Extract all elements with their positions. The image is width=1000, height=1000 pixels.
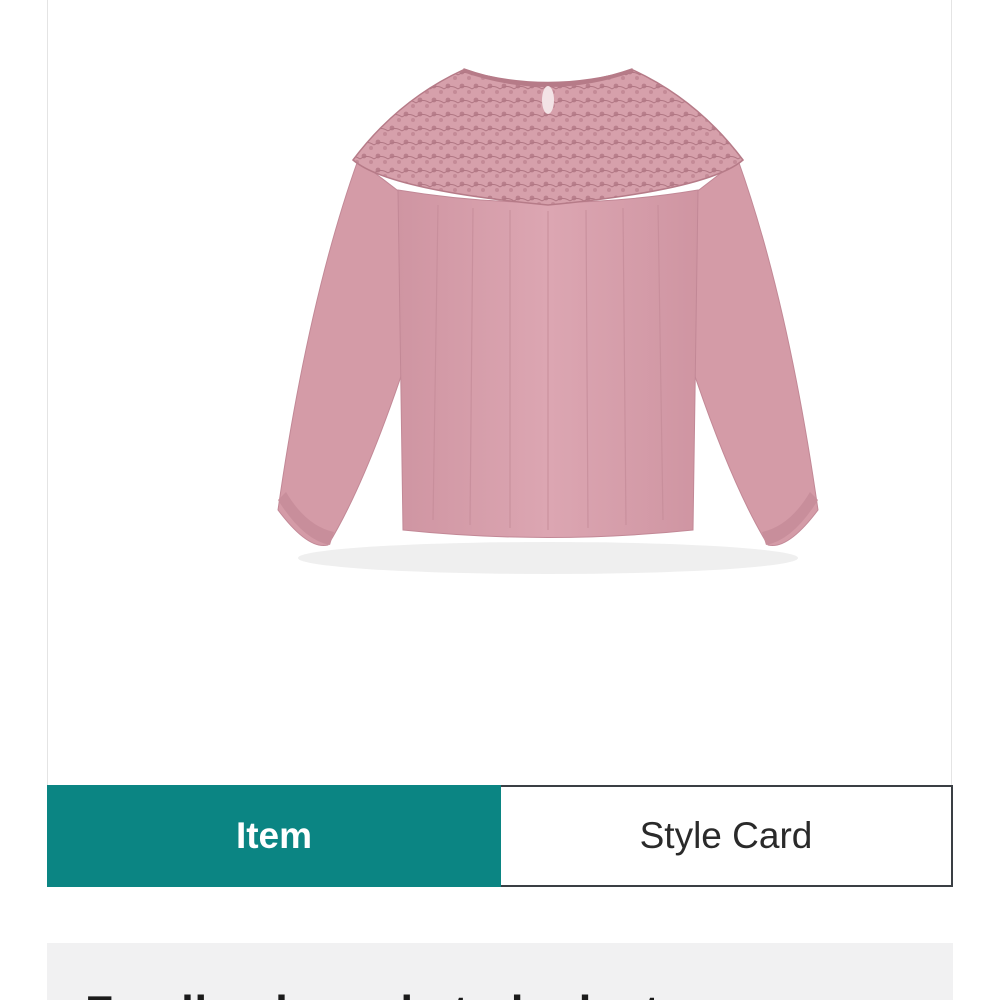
product-page: Item Style Card Feedback ready to be las… [0,0,1000,1000]
tab-style-card-label: Style Card [639,815,813,856]
tab-item[interactable]: Item [47,785,501,887]
item-stylecard-tabs: Item Style Card [47,785,953,887]
tab-style-card[interactable]: Style Card [501,785,953,887]
tab-item-label: Item [235,815,313,856]
product-image-card [47,0,952,786]
item-details-panel: Feedback ready to be last [47,943,953,1000]
item-details-title: Feedback ready to be last [85,985,660,1000]
blouse-product-image [277,68,819,574]
